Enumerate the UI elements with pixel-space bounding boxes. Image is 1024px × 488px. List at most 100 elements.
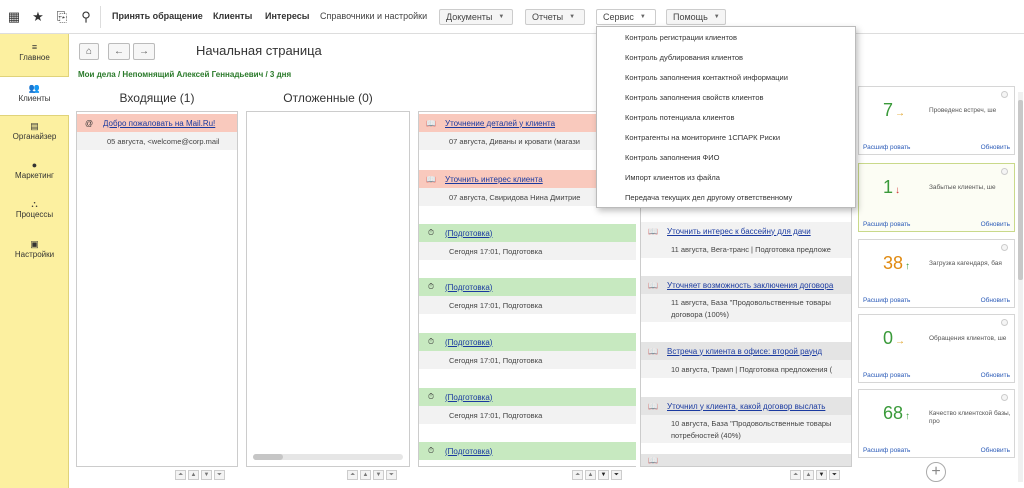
prev-page-icon[interactable]: ▲: [585, 470, 596, 480]
task-card-meta: 10 августа, Трамп | Подготовка предложен…: [641, 360, 851, 378]
first-page-icon[interactable]: ⏶: [175, 470, 186, 480]
task-card-header[interactable]: ⏱ (Подготовка): [419, 333, 636, 351]
menu-item[interactable]: Контроль дублирования клиентов: [625, 53, 743, 62]
search-icon[interactable]: ⚲: [76, 7, 96, 27]
widget-details-link[interactable]: Расшиф ровать: [863, 144, 910, 151]
prev-page-icon[interactable]: ▲: [188, 470, 199, 480]
widget-settings-icon[interactable]: [1001, 168, 1008, 175]
documents-menu-button[interactable]: Документы ▼: [439, 9, 513, 25]
sidebar-item-clients[interactable]: 👥 Клиенты: [0, 76, 69, 116]
task-card-header[interactable]: 📖: [641, 454, 851, 466]
chevron-down-icon: ▼: [498, 14, 505, 20]
menu-item[interactable]: Импорт клиентов из файла: [625, 173, 720, 182]
task-card-meta: 10 августа, База "Продовольственные това…: [641, 415, 851, 429]
task-card-header[interactable]: 📖 Уточнил у клиента, какой договор выслат…: [641, 397, 851, 415]
sidebar: ≡ Главное 👥 Клиенты ▤ Органайзер ● Маркетинг…: [0, 34, 69, 488]
task-card-header[interactable]: ⏱ (Подготовка): [419, 278, 636, 296]
task-card-meta: Сегодня 17:01, Подготовка: [419, 296, 636, 314]
calendar-icon: ▤: [30, 121, 39, 131]
accept-request-link[interactable]: Принять обращение: [112, 11, 203, 21]
task-card-header[interactable]: ⏱ (Подготовка): [419, 388, 636, 406]
kpi-widget[interactable]: 0 → Обращения клиентов, ше Расшиф ровать Обн…: [858, 314, 1015, 383]
vertical-scrollbar[interactable]: [1018, 92, 1023, 482]
first-page-icon[interactable]: ⏶: [572, 470, 583, 480]
trend-arrow-icon: ↓: [895, 185, 901, 196]
book-icon: 📖: [648, 346, 658, 356]
marketing-icon: ●: [31, 160, 38, 170]
breadcrumb[interactable]: Мои дела / Непомнящий Алексей Геннадьеви…: [78, 70, 291, 79]
task-card-header[interactable]: 📖 Уточнить интерес к бассейну для дачи: [641, 222, 851, 240]
history-icon[interactable]: ⎘: [52, 7, 72, 27]
clients-link[interactable]: Клиенты: [213, 11, 252, 21]
widget-details-link[interactable]: Расшиф ровать: [863, 372, 910, 379]
last-page-icon[interactable]: ⏷: [829, 470, 840, 480]
menu-item[interactable]: Контроль заполнения контактной информаци…: [625, 73, 788, 82]
book-icon: 📖: [648, 401, 658, 411]
widget-details-link[interactable]: Расшиф ровать: [863, 297, 910, 304]
help-menu-button[interactable]: Помощь ▼: [666, 9, 726, 25]
widget-settings-icon[interactable]: [1001, 319, 1008, 326]
sidebar-item-processes[interactable]: ⛬ Процессы: [0, 199, 69, 219]
widget-settings-icon[interactable]: [1001, 394, 1008, 401]
next-page-icon[interactable]: ▼: [816, 470, 827, 480]
forward-button[interactable]: →: [133, 43, 155, 60]
prev-page-icon[interactable]: ▲: [803, 470, 814, 480]
add-widget-button[interactable]: +: [926, 462, 946, 482]
sidebar-item-settings[interactable]: ▣ Настройки: [0, 239, 69, 259]
widget-settings-icon[interactable]: [1001, 91, 1008, 98]
home-button[interactable]: ⌂: [79, 43, 99, 60]
last-page-icon[interactable]: ⏷: [386, 470, 397, 480]
reports-menu-button[interactable]: Отчеты ▼: [525, 9, 585, 25]
widget-update-link[interactable]: Обновить: [981, 221, 1010, 228]
menu-item[interactable]: Контроль заполнения свойств клиентов: [625, 93, 764, 102]
kpi-widget[interactable]: 38 ↑ Загрузка кагендаря, бая Расшиф ровать О…: [858, 239, 1015, 308]
widget-update-link[interactable]: Обновить: [981, 144, 1010, 151]
task-card-header[interactable]: 📖 Встреча у клиента в офисе: второй раунд: [641, 342, 851, 360]
back-button[interactable]: ←: [108, 43, 130, 60]
horizontal-scrollbar[interactable]: [253, 454, 403, 460]
kpi-widget[interactable]: 1 ↓ Забытые клиенты, ше Расшиф ровать Обнови…: [858, 163, 1015, 232]
timer-icon: ⏱: [427, 337, 435, 346]
task-card-meta-line2: договора (100%): [641, 308, 851, 322]
service-menu-button[interactable]: Сервис ▼: [596, 9, 656, 25]
last-page-icon[interactable]: ⏷: [611, 470, 622, 480]
first-page-icon[interactable]: ⏶: [347, 470, 358, 480]
widget-details-link[interactable]: Расшиф ровать: [863, 447, 910, 454]
task-card-header[interactable]: @ Добро пожаловать на Mail.Ru!: [77, 114, 237, 132]
menu-item[interactable]: Контрагенты на мониторинге 1СПАРК Риски: [625, 133, 780, 142]
menu-item[interactable]: Контроль заполнения ФИО: [625, 153, 719, 162]
last-page-icon[interactable]: ⏷: [214, 470, 225, 480]
postponed-column-title: Отложенные (0): [283, 91, 373, 105]
next-page-icon[interactable]: ▼: [201, 470, 212, 480]
favorites-star-icon[interactable]: ★: [28, 7, 48, 27]
prev-page-icon[interactable]: ▲: [360, 470, 371, 480]
postponed-column: [246, 111, 410, 467]
sidebar-item-organizer[interactable]: ▤ Органайзер: [0, 121, 69, 141]
menu-item[interactable]: Контроль регистрации клиентов: [625, 33, 737, 42]
task-card-header[interactable]: ⏱ (Подготовка): [419, 224, 636, 242]
next-page-icon[interactable]: ▼: [598, 470, 609, 480]
sidebar-item-main[interactable]: ≡ Главное: [0, 42, 69, 62]
task-card-header[interactable]: 📖 Уточняет возможность заключения договор…: [641, 276, 851, 294]
trend-arrow-icon: ↑: [905, 261, 911, 272]
task-card-header[interactable]: ⏱ (Подготовка): [419, 442, 636, 460]
apps-grid-icon[interactable]: ▦: [4, 7, 24, 27]
sidebar-item-marketing[interactable]: ● Маркетинг: [0, 160, 69, 180]
book-icon: 📖: [648, 280, 658, 290]
page-title: Начальная страница: [196, 43, 322, 58]
menu-item[interactable]: Передача текущих дел другому ответственн…: [625, 193, 792, 202]
menu-item[interactable]: Контроль потенциала клиентов: [625, 113, 734, 122]
kpi-widget[interactable]: 68 ↑ Качество клиентской базы, про Расшиф р…: [858, 389, 1015, 458]
kpi-widget[interactable]: 7 → Проведенс встреч, ше Расшиф ровать Обнов…: [858, 86, 1015, 155]
first-page-icon[interactable]: ⏶: [790, 470, 801, 480]
trend-arrow-icon: →: [895, 108, 906, 119]
interests-link[interactable]: Интересы: [265, 11, 309, 21]
widget-settings-icon[interactable]: [1001, 244, 1008, 251]
timer-icon: ⏱: [427, 282, 435, 291]
references-settings-link[interactable]: Справочники и настройки: [320, 11, 427, 21]
widget-update-link[interactable]: Обновить: [981, 372, 1010, 379]
widget-details-link[interactable]: Расшиф ровать: [863, 221, 910, 228]
next-page-icon[interactable]: ▼: [373, 470, 384, 480]
widget-update-link[interactable]: Обновить: [981, 297, 1010, 304]
widget-update-link[interactable]: Обновить: [981, 447, 1010, 454]
